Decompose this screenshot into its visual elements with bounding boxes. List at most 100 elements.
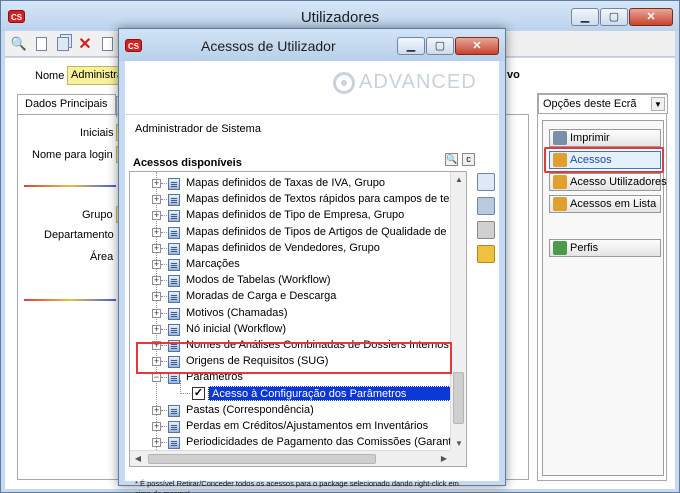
copy-icon[interactable] <box>55 36 71 52</box>
expand-icon[interactable]: + <box>152 227 161 237</box>
tree-item[interactable]: + Mapas definidos de Textos rápidos para … <box>130 192 464 208</box>
expand-icon[interactable]: + <box>152 243 161 253</box>
document-icon[interactable] <box>99 36 115 52</box>
dialog-title: Acessos de Utilizador <box>201 38 336 54</box>
tree-item[interactable]: + Mapas definidos de Tipos de Artigos de … <box>130 225 466 241</box>
user-icon[interactable] <box>477 197 495 215</box>
options-box: Imprimir Acessos Acesso Utilizadores Ace… <box>542 120 667 476</box>
table-icon <box>168 437 180 450</box>
tree-item-label: Modos de Tabelas (Workflow) <box>186 274 331 287</box>
table-icon <box>168 307 180 320</box>
tree-item-label: Nó inicial (Workflow) <box>186 322 287 335</box>
expand-icon[interactable]: + <box>152 308 161 318</box>
expand-icon[interactable]: + <box>152 195 161 205</box>
horizontal-scrollbar[interactable]: ◀ ▶ <box>130 450 452 466</box>
tree-item[interactable]: + Motivos (Chamadas) <box>130 306 448 322</box>
table-icon <box>168 178 180 190</box>
printer-icon[interactable] <box>477 221 495 239</box>
tree-connector <box>161 231 167 233</box>
tree-item[interactable]: + Pastas (Correspondência) <box>130 403 448 419</box>
tree-item-label: Perdas em Créditos/Ajustamentos em Inven… <box>186 420 429 432</box>
tree-item[interactable]: + Perdas em Créditos/Ajustamentos em Inve… <box>130 419 448 435</box>
search-icon[interactable]: 🔍 <box>11 36 27 52</box>
acessos-em-lista-button[interactable]: Acessos em Lista <box>549 195 661 213</box>
tree-connector <box>180 380 190 394</box>
tab-dados-principais[interactable]: Dados Principais <box>17 94 116 115</box>
options-select[interactable]: Opções deste Ecrã ▼ <box>538 94 668 114</box>
table-icon <box>168 275 180 288</box>
profiles-icon <box>553 241 567 255</box>
expand-icon[interactable]: + <box>152 292 161 302</box>
delete-icon[interactable]: ✕ <box>77 36 93 53</box>
acesso-utilizadores-button[interactable]: Acesso Utilizadores <box>549 173 667 191</box>
tree-connector <box>161 312 167 314</box>
table-icon <box>168 372 180 385</box>
perfis-button[interactable]: Perfis <box>549 239 661 257</box>
collapse-icon[interactable]: − <box>152 373 161 383</box>
tree-connector <box>161 199 167 201</box>
tree-item[interactable]: + Periodicidades de Pagamento das Comissõ… <box>130 435 466 451</box>
dialog-maximize-button[interactable]: ▢ <box>426 37 454 55</box>
tree-item[interactable]: + Moradas de Carga e Descarga <box>130 289 448 305</box>
tree-child-label: Acesso à Configuração dos Parâmetros <box>208 386 458 401</box>
expand-icon[interactable]: + <box>152 179 161 188</box>
separator <box>24 185 116 187</box>
expand-icon[interactable]: + <box>152 438 161 448</box>
close-button[interactable]: ✕ <box>629 8 673 26</box>
maximize-button[interactable]: ▢ <box>600 8 628 26</box>
expand-icon[interactable]: + <box>152 324 161 334</box>
tree-item-label: Mapas definidos de Vendedores, Grupo <box>186 241 380 254</box>
tree-item[interactable]: + Mapas definidos de Taxas de IVA, Grupo <box>130 176 448 192</box>
advanced-logo-icon <box>333 71 355 94</box>
options-select-label: Opções deste Ecrã <box>543 98 637 110</box>
tree-item[interactable]: + Nó inicial (Workflow) <box>130 322 448 338</box>
dialog-minimize-button[interactable]: ▁ <box>397 37 425 55</box>
tree-item-label: Mapas definidos de Tipos de Artigos de Q… <box>186 225 466 238</box>
new-document-icon[interactable] <box>477 173 495 191</box>
vertical-scrollbar[interactable]: ▲ ▼ <box>450 172 466 452</box>
footnote: * É possível Retirar/Conceder todos os a… <box>135 479 459 493</box>
scroll-left-icon[interactable]: ◀ <box>130 451 146 466</box>
acesso-utilizadores-label: Acesso Utilizadores <box>570 176 667 188</box>
dialog-close-button[interactable]: ✕ <box>455 37 499 55</box>
app-logo-icon: CS <box>125 39 142 52</box>
expand-icon[interactable]: + <box>152 276 161 286</box>
tree-item[interactable]: + Mapas definidos de Tipo de Empresa, Gru… <box>130 208 448 224</box>
expand-icon[interactable]: + <box>152 211 161 221</box>
tree-item-label: Pastas (Correspondência) <box>186 403 314 416</box>
tree-connector <box>161 264 167 265</box>
tree-item-label: Mapas definidos de Taxas de IVA, Grupo <box>186 177 385 189</box>
access-list-icon <box>553 197 567 211</box>
scroll-thumb[interactable] <box>453 372 464 424</box>
clear-icon[interactable]: c <box>462 153 475 166</box>
table-icon <box>168 421 180 433</box>
tree-item-label: Mapas definidos de Textos rápidos para c… <box>186 193 465 206</box>
tree-item[interactable]: + Mapas definidos de Vendedores, Grupo <box>130 241 448 257</box>
access-available-label: Acessos disponíveis <box>133 157 242 169</box>
table-icon <box>168 323 180 336</box>
page-icon[interactable] <box>33 36 49 52</box>
tree-connector <box>161 377 167 379</box>
expand-icon[interactable]: + <box>152 260 161 269</box>
scroll-up-icon[interactable]: ▲ <box>451 172 466 188</box>
acessos-highlight <box>544 147 664 173</box>
settings-icon[interactable] <box>477 245 495 263</box>
departamento-label: Departamento <box>44 229 114 241</box>
expand-icon[interactable]: + <box>152 422 161 431</box>
expand-icon[interactable]: + <box>152 405 161 415</box>
chevron-down-icon[interactable]: ▼ <box>651 97 665 111</box>
area-label: Área <box>90 251 114 263</box>
tree-item[interactable]: + Marcações <box>130 257 448 273</box>
tree-child-item[interactable]: ✓ Acesso à Configuração dos Parâmetros <box>180 380 460 402</box>
nome-extra-text: vo <box>507 69 520 81</box>
tree-item[interactable]: + Modos de Tabelas (Workflow) <box>130 273 448 289</box>
imprimir-label: Imprimir <box>570 132 610 144</box>
minimize-button[interactable]: ▁ <box>571 8 599 26</box>
perfis-label: Perfis <box>570 242 599 254</box>
imprimir-button[interactable]: Imprimir <box>549 129 661 147</box>
hscroll-thumb[interactable] <box>148 454 376 464</box>
dialog-titlebar: CS Acessos de Utilizador ▁ ▢ ✕ <box>119 29 505 61</box>
checkbox-checked[interactable]: ✓ <box>192 387 205 400</box>
tree-item-label: Moradas de Carga e Descarga <box>186 290 337 303</box>
search-icon[interactable]: 🔍 <box>445 153 458 166</box>
